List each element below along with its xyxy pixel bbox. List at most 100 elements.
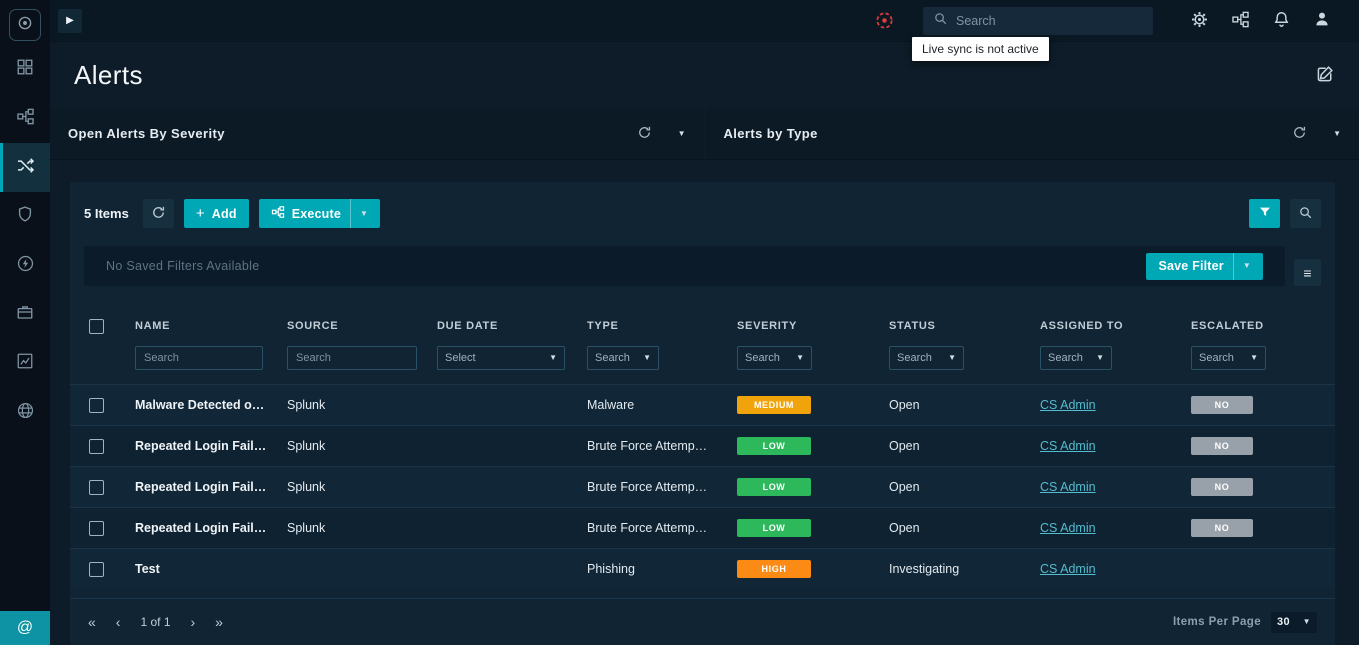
filter-type-select[interactable]: Search▼ (587, 346, 659, 370)
column-settings-button[interactable]: ≡ (1294, 259, 1321, 286)
escalated-badge: NO (1191, 478, 1253, 496)
sidebar-item-alerts[interactable] (0, 143, 50, 192)
chart-panels: Open Alerts By Severity ▼ Alerts by Type (50, 108, 1359, 160)
table-row[interactable]: Repeated Login Fail… Splunk Brute Force … (70, 466, 1335, 507)
refresh-button[interactable] (637, 125, 652, 143)
global-search-input[interactable] (956, 14, 1143, 28)
notifications-button[interactable] (1264, 4, 1298, 38)
pagination-label: 1 of 1 (140, 615, 170, 629)
sidebar-item-threat-intel[interactable] (0, 388, 50, 437)
filter-due-date-select[interactable]: Select▼ (437, 346, 565, 370)
button-divider (350, 199, 351, 228)
refresh-button[interactable] (1292, 125, 1307, 143)
topbar-icons (1175, 4, 1339, 38)
settings-button[interactable] (1182, 4, 1216, 38)
row-checkbox[interactable] (89, 480, 104, 495)
sidebar-item-reports[interactable] (0, 339, 50, 388)
globe-icon (16, 401, 35, 425)
panel-alerts-by-type[interactable]: Alerts by Type ▼ (706, 108, 1359, 160)
live-sync-status-icon[interactable] (874, 10, 895, 31)
content-area: 5 Items + Add Execute (50, 160, 1359, 645)
assigned-to-link[interactable]: CS Admin (1040, 480, 1096, 494)
cell-source: Splunk (280, 480, 430, 494)
cell-source: Splunk (280, 398, 430, 412)
mentions-button[interactable]: @ (0, 611, 50, 645)
assigned-to-link[interactable]: CS Admin (1040, 398, 1096, 412)
panel-title: Open Alerts By Severity (68, 126, 225, 141)
search-icon (1298, 205, 1313, 223)
column-header-source[interactable]: SOURCE (280, 320, 430, 332)
sidebar-item-incidents[interactable] (0, 192, 50, 241)
assigned-to-link[interactable]: CS Admin (1040, 521, 1096, 535)
app-logo[interactable] (9, 9, 41, 41)
table-row[interactable]: Test Phishing HIGH Investigating CS Admi… (70, 548, 1335, 589)
cell-status: Open (882, 398, 1033, 412)
alerts-table: NAME SOURCE DUE DATE TYPE SEVERITY STATU… (70, 306, 1335, 589)
column-header-due-date[interactable]: DUE DATE (430, 320, 580, 332)
escalated-badge: NO (1191, 519, 1253, 537)
execute-button[interactable]: Execute ▼ (259, 199, 380, 228)
pagination-first-button[interactable]: « (88, 615, 96, 629)
escalated-badge: NO (1191, 396, 1253, 414)
cell-type: Brute Force Attemp… (580, 439, 730, 453)
filter-assigned-to-select[interactable]: Search▼ (1040, 346, 1112, 370)
execute-button-label: Execute (292, 207, 341, 221)
search-table-button[interactable] (1290, 199, 1321, 228)
column-header-severity[interactable]: SEVERITY (730, 320, 882, 332)
assigned-to-link[interactable]: CS Admin (1040, 439, 1096, 453)
panel-open-alerts-by-severity[interactable]: Open Alerts By Severity ▼ (50, 108, 704, 160)
items-per-page-value: 30 (1277, 616, 1290, 628)
table-row[interactable]: Repeated Login Fail… Splunk Brute Force … (70, 507, 1335, 548)
button-divider (1233, 253, 1234, 280)
items-per-page-select[interactable]: 30 ▼ (1271, 612, 1317, 633)
column-header-assigned-to[interactable]: ASSIGNED TO (1033, 320, 1184, 332)
column-header-escalated[interactable]: ESCALATED (1184, 320, 1335, 332)
filter-status-select[interactable]: Search▼ (889, 346, 964, 370)
row-checkbox[interactable] (89, 398, 104, 413)
cell-type: Brute Force Attemp… (580, 521, 730, 535)
edit-icon (1315, 64, 1335, 87)
row-checkbox[interactable] (89, 562, 104, 577)
items-per-page-label: Items Per Page (1173, 616, 1261, 628)
row-checkbox[interactable] (89, 521, 104, 536)
edit-layout-button[interactable] (1315, 64, 1335, 87)
filter-escalated-select[interactable]: Search▼ (1191, 346, 1266, 370)
add-button[interactable]: + Add (184, 199, 249, 228)
hamburger-icon: ≡ (1303, 265, 1311, 281)
column-header-type[interactable]: TYPE (580, 320, 730, 332)
refresh-table-button[interactable] (143, 199, 174, 228)
refresh-icon (1292, 125, 1307, 143)
bell-icon (1272, 10, 1291, 32)
at-sign-icon: @ (17, 619, 33, 637)
sidebar-item-automation[interactable] (0, 241, 50, 290)
table-row[interactable]: Malware Detected o… Splunk Malware MEDIU… (70, 384, 1335, 425)
select-all-checkbox[interactable] (89, 319, 104, 334)
table-row[interactable]: Repeated Login Fail… Splunk Brute Force … (70, 425, 1335, 466)
global-search[interactable] (923, 7, 1153, 35)
save-filter-button[interactable]: Save Filter ▼ (1146, 253, 1263, 280)
table-header-row: NAME SOURCE DUE DATE TYPE SEVERITY STATU… (70, 306, 1335, 346)
column-header-name[interactable]: NAME (128, 320, 280, 332)
assigned-to-link[interactable]: CS Admin (1040, 562, 1096, 576)
cell-status: Open (882, 521, 1033, 535)
sidebar-item-workflows[interactable] (0, 94, 50, 143)
filter-source-input[interactable] (287, 346, 417, 370)
pagination-prev-button[interactable]: ‹ (116, 615, 121, 629)
workflow-actions-button[interactable] (1223, 4, 1257, 38)
profile-button[interactable] (1305, 4, 1339, 38)
pagination-last-button[interactable]: » (215, 615, 223, 629)
sidebar-item-dashboard[interactable] (0, 45, 50, 94)
filter-name-input[interactable] (135, 346, 263, 370)
sidebar-item-case-management[interactable] (0, 290, 50, 339)
expand-sidebar-button[interactable]: ▶ (58, 9, 82, 33)
filter-severity-select[interactable]: Search▼ (737, 346, 812, 370)
column-header-status[interactable]: STATUS (882, 320, 1033, 332)
row-checkbox[interactable] (89, 439, 104, 454)
collapse-toggle-button[interactable]: ▼ (678, 130, 686, 138)
filter-button[interactable] (1249, 199, 1280, 228)
pagination-next-button[interactable]: › (191, 615, 196, 629)
collapse-toggle-button[interactable]: ▼ (1333, 130, 1341, 138)
table-body: Malware Detected o… Splunk Malware MEDIU… (70, 384, 1335, 589)
chevron-down-icon: ▼ (678, 130, 686, 138)
chevron-down-icon: ▼ (549, 354, 557, 362)
